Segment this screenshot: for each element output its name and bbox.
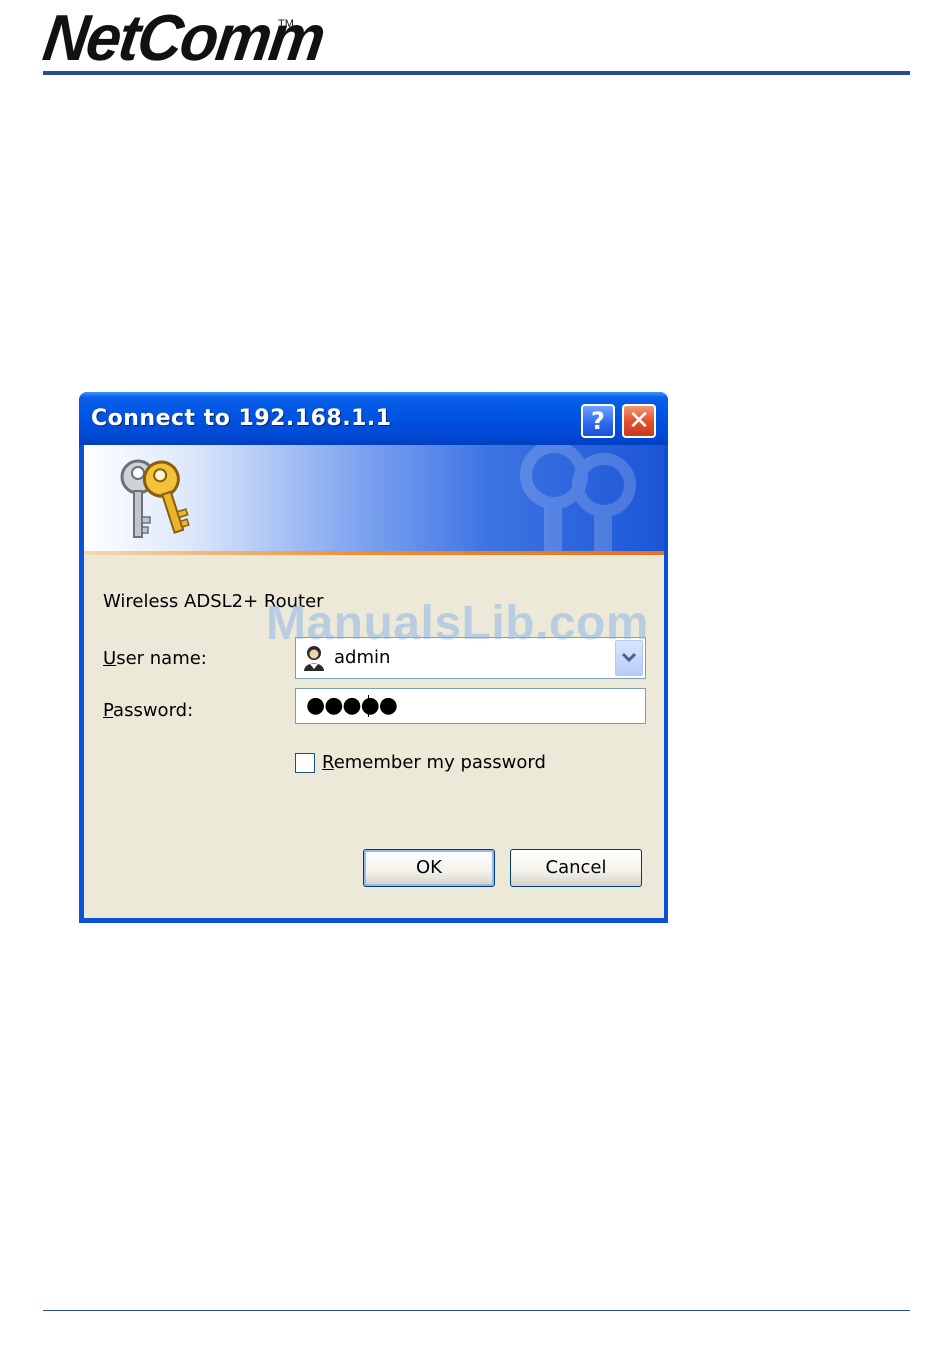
dialog-title: Connect to 192.168.1.1 (91, 406, 392, 431)
username-label: User name: (103, 648, 207, 669)
remember-label-text: emember my password (333, 752, 546, 773)
footer-rule (43, 1310, 910, 1311)
keys-icon (120, 459, 190, 538)
login-dialog: Connect to 192.168.1.1 ? ✕ Wireless ADSL… (79, 392, 668, 923)
banner-watermark-keys (520, 445, 636, 553)
password-label-accel: P (103, 700, 114, 721)
ok-button[interactable]: OK (363, 849, 495, 887)
password-label-text: assword: (113, 700, 194, 721)
help-button[interactable]: ? (581, 404, 615, 438)
header-rule (43, 71, 910, 75)
remember-accel: R (322, 752, 334, 773)
cancel-button[interactable]: Cancel (510, 849, 642, 887)
close-icon: ✕ (628, 406, 650, 436)
remember-password-label[interactable]: Remember my password (322, 752, 546, 773)
trademark-mark: TM (278, 18, 294, 30)
netcomm-logo: NetComm (38, 2, 328, 75)
close-button[interactable]: ✕ (622, 404, 656, 438)
password-label: Password: (103, 700, 193, 721)
watermark-text: ManualsLib.com (266, 597, 650, 650)
password-input[interactable]: ●●●●● (295, 688, 646, 724)
dialog-titlebar[interactable]: Connect to 192.168.1.1 ? ✕ (79, 392, 668, 445)
dialog-banner (84, 445, 664, 553)
username-label-text: ser name: (116, 648, 207, 669)
password-value: ●●●●● (306, 693, 398, 718)
help-icon: ? (591, 407, 605, 435)
remember-password-checkbox[interactable] (295, 753, 315, 773)
text-caret (368, 695, 369, 717)
username-label-accel: U (103, 648, 117, 669)
